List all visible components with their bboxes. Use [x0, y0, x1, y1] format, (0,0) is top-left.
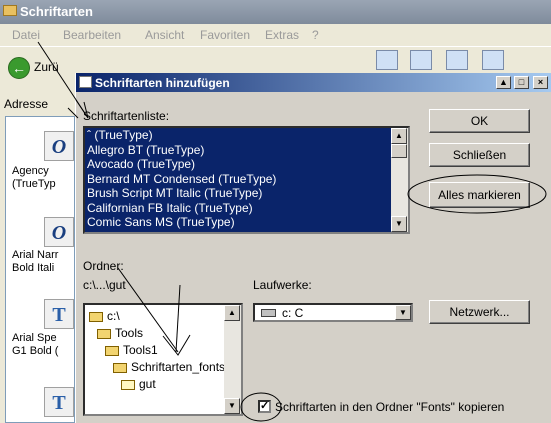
folder-icon — [121, 379, 135, 390]
explorer-menubar: Datei Bearbeiten Ansicht Favoriten Extra… — [0, 24, 551, 46]
chevron-down-icon[interactable]: ▼ — [395, 305, 411, 320]
menu-datei[interactable]: Datei — [12, 28, 40, 42]
font-list-item[interactable]: ˆ (TrueType) — [85, 128, 408, 143]
font-list-scrollbar[interactable]: ▲ ▼ — [391, 128, 408, 232]
folder-label: Ordner: — [83, 259, 124, 273]
drive-select[interactable]: c: C ▼ — [253, 303, 413, 322]
open-folder-icon — [97, 328, 111, 339]
folder-item[interactable]: Schriftarten_fonts — [113, 360, 225, 374]
address-label: Adresse — [4, 97, 49, 111]
open-folder-icon — [105, 345, 119, 356]
menu-bearbeiten[interactable]: Bearbeiten — [63, 28, 121, 42]
font-file-icon[interactable]: O — [44, 217, 74, 247]
font-list[interactable]: ˆ (TrueType) Allegro BT (TrueType) Avoca… — [83, 126, 410, 234]
open-folder-icon — [89, 311, 103, 322]
view-icon[interactable] — [446, 50, 468, 70]
scroll-up-icon[interactable]: ▲ — [391, 128, 407, 144]
close-icon[interactable]: × — [533, 76, 548, 89]
font-file-label[interactable]: Arial Spe G1 Bold ( — [12, 332, 58, 358]
folder-tree-scrollbar[interactable]: ▲ ▼ — [224, 305, 241, 414]
dialog-title: Schriftarten hinzufügen — [95, 76, 230, 90]
drive-value: c: C — [282, 306, 304, 320]
scroll-thumb[interactable] — [391, 144, 407, 158]
truetype-font-icon[interactable]: T — [44, 299, 74, 329]
font-list-item[interactable]: Californian FB Italic (TrueType) — [85, 201, 408, 216]
folder-item[interactable]: gut — [121, 377, 156, 391]
font-list-item[interactable]: Comic Sans MS (TrueType) — [85, 215, 408, 230]
copy-to-fonts-label[interactable]: Schriftarten in den Ordner "Fonts" kopie… — [275, 400, 504, 414]
folder-item[interactable]: c:\ — [89, 309, 120, 323]
font-file-label[interactable]: Arial Narr Bold Itali — [12, 249, 58, 275]
scroll-down-icon[interactable]: ▼ — [391, 216, 407, 232]
font-list-item[interactable]: Allegro BT (TrueType) — [85, 143, 408, 158]
font-file-icon[interactable]: O — [44, 131, 74, 161]
explorer-file-list: O Agency (TrueTyp O Arial Narr Bold Ital… — [5, 116, 75, 423]
menu-extras[interactable]: Extras — [265, 28, 299, 42]
select-all-button[interactable]: Alles markieren — [429, 182, 530, 208]
open-folder-icon — [113, 362, 127, 373]
drive-icon — [261, 309, 276, 317]
explorer-title: Schriftarten — [20, 4, 93, 19]
ok-button[interactable]: OK — [429, 109, 530, 133]
font-file-label[interactable]: Agency (TrueTyp — [12, 165, 56, 191]
folder-item[interactable]: Tools — [97, 326, 143, 340]
folder-path: c:\...\gut — [83, 278, 126, 292]
folder-item[interactable]: Tools1 — [105, 343, 158, 357]
window-icon — [79, 76, 92, 88]
back-arrow-icon[interactable]: ← — [8, 57, 30, 79]
scroll-down-icon[interactable]: ▼ — [224, 398, 240, 414]
view-icon[interactable] — [482, 50, 504, 70]
view-icon[interactable] — [376, 50, 398, 70]
menu-help[interactable]: ? — [312, 28, 319, 42]
minimize-icon[interactable]: ▲ — [496, 76, 511, 89]
view-icon[interactable] — [410, 50, 432, 70]
back-button-label[interactable]: Zurü — [34, 60, 59, 74]
explorer-titlebar: Schriftarten — [0, 0, 551, 24]
folder-tree[interactable]: c:\ Tools Tools1 Schriftarten_fonts gut — [83, 303, 243, 416]
drives-label: Laufwerke: — [253, 278, 312, 292]
dialog-titlebar: Schriftarten hinzufügen ▲ □ × — [76, 73, 551, 92]
add-fonts-dialog: Schriftarten hinzufügen ▲ □ × Schriftart… — [75, 73, 551, 423]
truetype-font-icon[interactable]: T — [44, 387, 74, 417]
menu-favoriten[interactable]: Favoriten — [200, 28, 250, 42]
copy-to-fonts-checkbox[interactable]: ✓ — [258, 400, 271, 413]
folder-icon — [3, 5, 17, 16]
font-list-item[interactable]: Brush Script MT Italic (TrueType) — [85, 186, 408, 201]
scroll-up-icon[interactable]: ▲ — [224, 305, 240, 321]
font-list-item[interactable]: Bernard MT Condensed (TrueType) — [85, 172, 408, 187]
close-button[interactable]: Schließen — [429, 143, 530, 167]
restore-icon[interactable]: □ — [514, 76, 529, 89]
font-list-item[interactable]: Avocado (TrueType) — [85, 157, 408, 172]
menu-ansicht[interactable]: Ansicht — [145, 28, 184, 42]
network-button[interactable]: Netzwerk... — [429, 300, 530, 324]
font-list-label: Schriftartenliste: — [83, 109, 170, 123]
